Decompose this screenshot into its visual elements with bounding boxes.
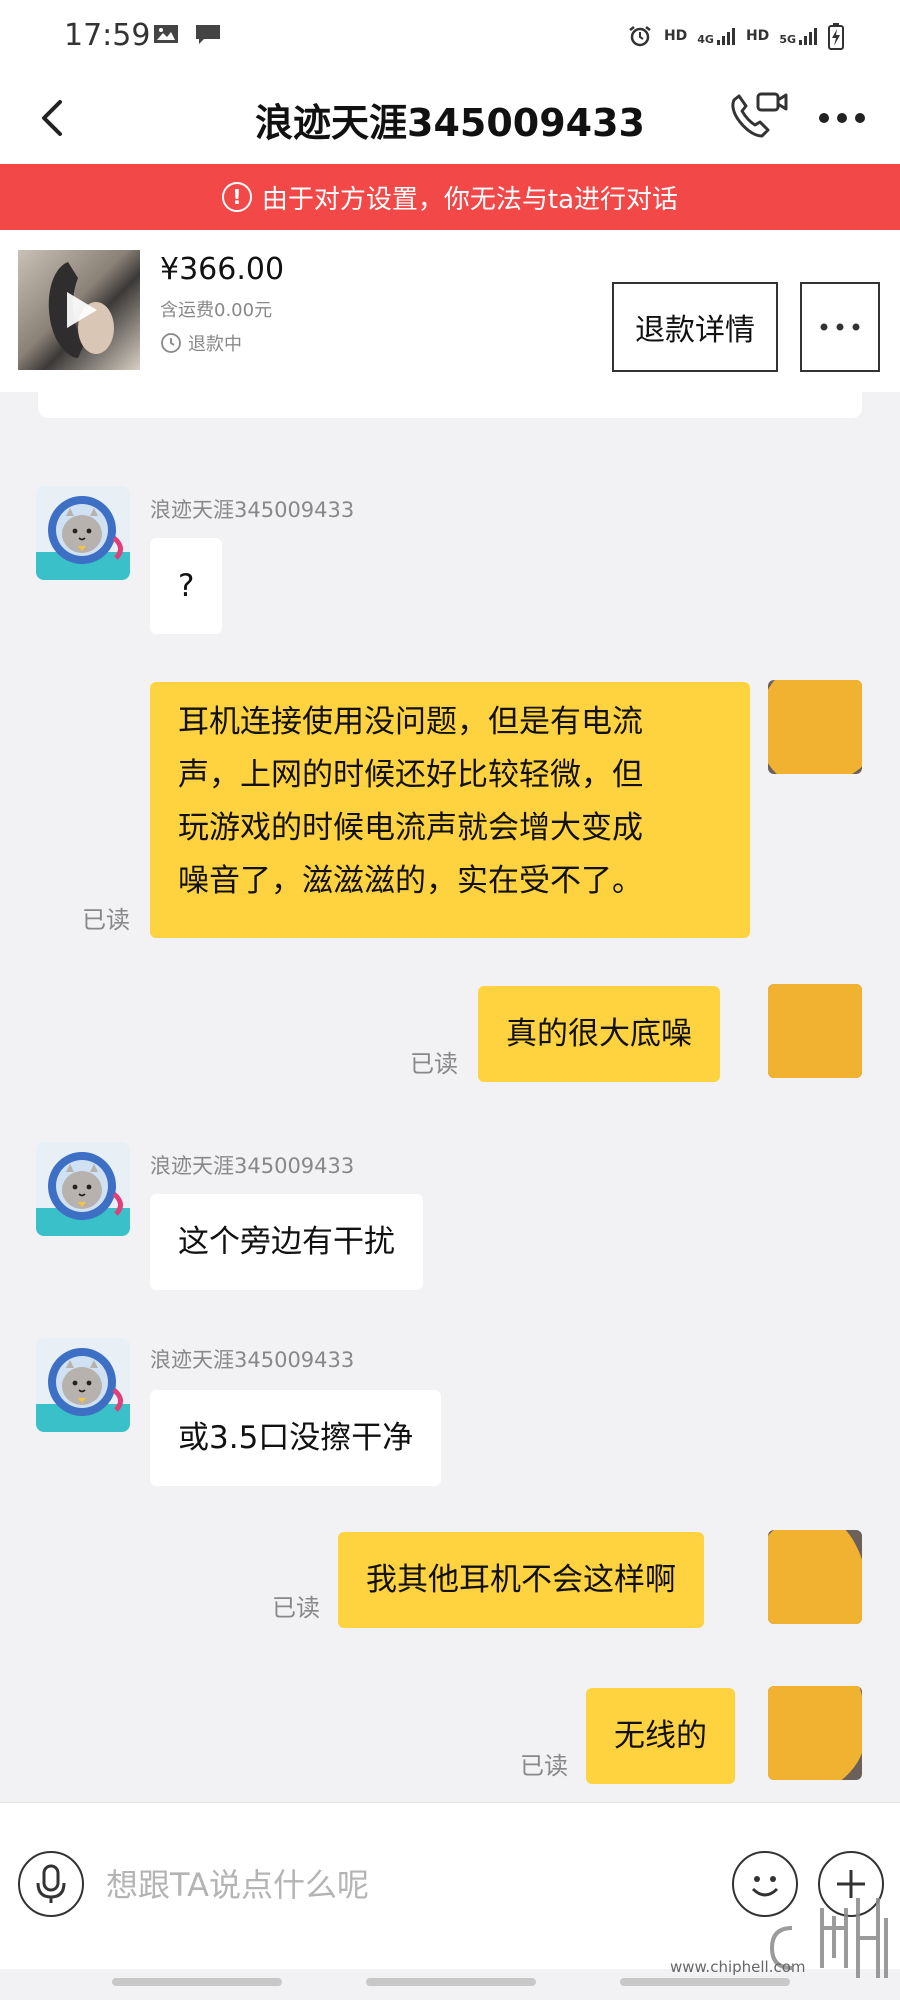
incoming-message-bubble[interactable]: 或3.5口没擦干净 bbox=[150, 1390, 442, 1486]
self-avatar[interactable] bbox=[768, 984, 862, 1078]
self-avatar[interactable] bbox=[768, 1530, 862, 1624]
microphone-icon bbox=[36, 1864, 66, 1903]
nav-gesture-home[interactable] bbox=[366, 1978, 536, 1986]
outgoing-message-bubble[interactable]: 无线的 bbox=[586, 1688, 735, 1784]
sender-name: 浪迹天涯345009433 bbox=[150, 1154, 355, 1178]
status-bar: 17:59 HD 4G HD 5G bbox=[0, 0, 900, 72]
hd-icon: HD bbox=[663, 28, 688, 44]
outgoing-message-bubble[interactable]: 真的很大底噪 bbox=[478, 986, 720, 1082]
hd-icon: HD bbox=[745, 28, 770, 44]
message-line: 玩游戏的时候电流声就会增大变成 bbox=[178, 810, 643, 846]
read-receipt: 已读 bbox=[272, 1594, 320, 1622]
image-icon bbox=[154, 25, 178, 43]
alarm-icon bbox=[629, 26, 651, 47]
status-right-icons: HD 4G HD 5G bbox=[626, 22, 844, 50]
order-card[interactable]: ¥366.00 含运费0.00元 退款中 退款详情 bbox=[0, 230, 900, 392]
warning-circle-icon: ! bbox=[221, 182, 252, 212]
outgoing-message-bubble[interactable]: 我其他耳机不会这样啊 bbox=[338, 1532, 704, 1628]
card-more-button[interactable] bbox=[800, 282, 880, 372]
message-line: 耳机连接使用没问题，但是有电流 bbox=[178, 704, 643, 740]
sender-avatar[interactable] bbox=[36, 1142, 130, 1236]
microphone-button[interactable] bbox=[18, 1851, 84, 1917]
network-label: 4G bbox=[697, 33, 714, 46]
self-avatar[interactable] bbox=[768, 680, 862, 774]
censor-blob bbox=[768, 1686, 862, 1780]
banner-text: 由于对方设置，你无法与ta进行对话 bbox=[261, 184, 679, 215]
censor-blob bbox=[768, 680, 862, 774]
censor-blob bbox=[768, 1530, 862, 1624]
chat-icon bbox=[196, 25, 220, 44]
refund-status: 退款中 bbox=[160, 330, 242, 356]
more-dots-icon bbox=[820, 323, 860, 331]
nav-gesture-recent[interactable] bbox=[112, 1978, 282, 1986]
card-bottom-edge bbox=[38, 392, 862, 418]
status-time: 17:59 bbox=[64, 18, 151, 53]
censor-blob bbox=[768, 984, 862, 1078]
self-avatar[interactable] bbox=[768, 1686, 862, 1780]
incoming-message-bubble[interactable]: 这个旁边有干扰 bbox=[150, 1194, 423, 1290]
sender-name: 浪迹天涯345009433 bbox=[150, 498, 355, 522]
message-line: 声，上网的时候还好比较轻微，但 bbox=[178, 757, 643, 793]
read-receipt: 已读 bbox=[82, 906, 130, 934]
incoming-message-bubble[interactable]: ? bbox=[150, 538, 223, 634]
read-receipt: 已读 bbox=[410, 1050, 458, 1078]
refund-status-label: 退款中 bbox=[188, 334, 242, 355]
sender-avatar[interactable] bbox=[36, 486, 130, 580]
read-receipt: 已读 bbox=[520, 1752, 568, 1780]
more-dots-icon[interactable] bbox=[812, 98, 872, 138]
outgoing-message-bubble[interactable]: 耳机连接使用没问题，但是有电流 声，上网的时候还好比较轻微，但 玩游戏的时候电流… bbox=[150, 682, 750, 938]
network-label: 5G bbox=[779, 33, 796, 46]
nav-gesture-back[interactable] bbox=[620, 1978, 790, 1986]
watermark-text: www.chiphell.com bbox=[670, 1958, 806, 1976]
sender-avatar[interactable] bbox=[36, 1338, 130, 1432]
battery-charging-icon bbox=[828, 23, 844, 50]
chat-header: 浪迹天涯345009433 bbox=[0, 72, 900, 164]
sender-name: 浪迹天涯345009433 bbox=[150, 1348, 355, 1372]
product-thumbnail[interactable] bbox=[18, 250, 140, 370]
play-icon[interactable] bbox=[63, 290, 99, 330]
clock-icon bbox=[161, 333, 181, 353]
message-input[interactable] bbox=[104, 1853, 708, 1917]
status-left-icons bbox=[152, 22, 222, 46]
shipping-fee: 含运费0.00元 bbox=[160, 300, 273, 321]
product-price: ¥366.00 bbox=[160, 252, 285, 287]
4g-signal-icon: 4G bbox=[697, 26, 736, 46]
restriction-banner: ! 由于对方设置，你无法与ta进行对话 bbox=[0, 164, 900, 230]
message-line: 噪音了，滋滋滋的，实在受不了。 bbox=[178, 863, 643, 899]
refund-details-button[interactable]: 退款详情 bbox=[612, 282, 778, 372]
phone-video-icon[interactable] bbox=[724, 86, 790, 148]
5g-signal-icon: 5G bbox=[779, 26, 818, 46]
